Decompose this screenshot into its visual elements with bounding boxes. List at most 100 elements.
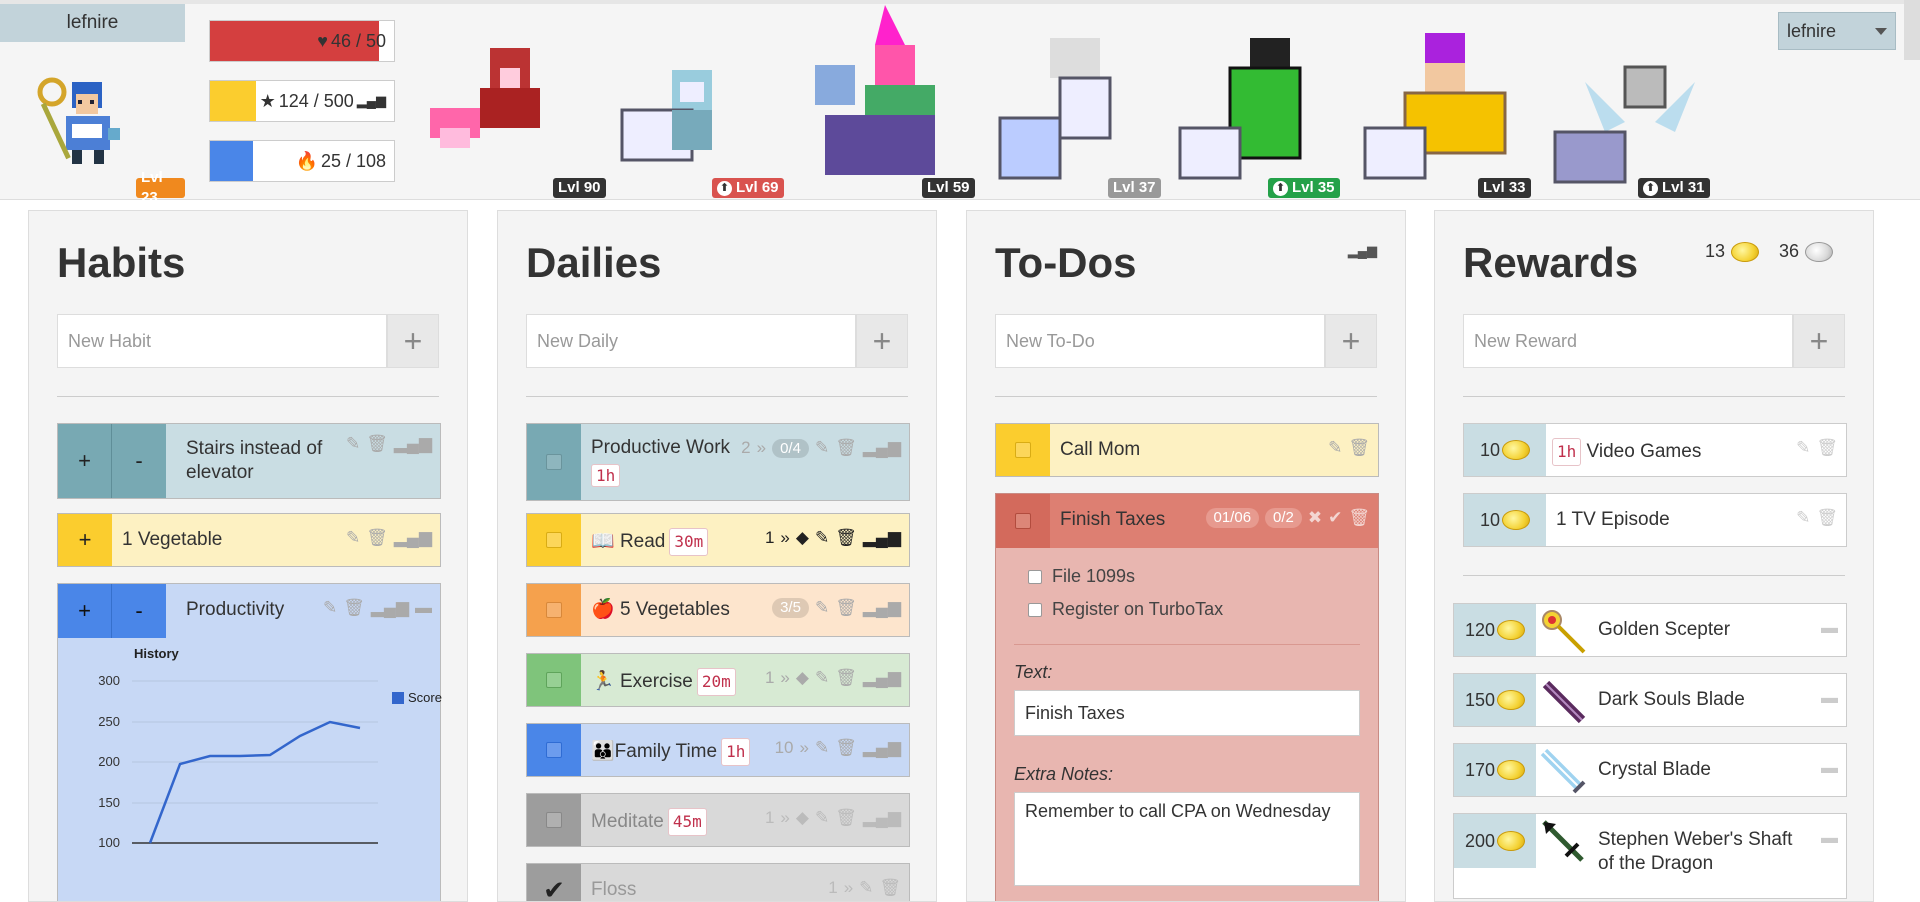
todo-checkbox[interactable] — [1015, 442, 1031, 458]
daily-checkbox[interactable] — [546, 602, 562, 618]
trash-icon[interactable]: 🗑 — [835, 528, 857, 548]
add-reward-button[interactable]: + — [1793, 314, 1845, 368]
buy-button[interactable]: 170 — [1454, 744, 1536, 796]
checklist-count[interactable]: 3/5 — [772, 598, 809, 618]
pencil-icon[interactable]: ✎ — [1796, 438, 1810, 458]
close-icon[interactable]: ✖ — [1308, 508, 1322, 528]
check-icon[interactable]: ✔ — [1328, 508, 1342, 528]
party-member-sprite-icon[interactable] — [990, 28, 1140, 188]
party-member-sprite-icon[interactable] — [805, 5, 955, 185]
stats-icon[interactable]: ▂▄▆ — [863, 668, 901, 688]
daily-item[interactable]: 📖 Read 30m 1 » ◆ ✎ 🗑 ▂▄▆ — [526, 513, 910, 567]
party-member-sprite-icon[interactable] — [420, 38, 570, 158]
party-member-sprite-icon[interactable] — [1170, 28, 1320, 188]
add-habit-button[interactable]: + — [387, 314, 439, 368]
habit-item[interactable]: + 1 Vegetable ✎ 🗑 ▂▄▆ — [57, 513, 441, 567]
trash-icon[interactable]: 🗑 — [835, 668, 857, 688]
checklist-count[interactable]: 0/2 — [1265, 508, 1302, 528]
new-todo-input[interactable]: New To-Do — [995, 314, 1325, 368]
party-member-sprite-icon[interactable] — [612, 60, 742, 180]
stats-icon[interactable]: ▂▄▆ — [1348, 243, 1377, 259]
minus-button[interactable]: - — [112, 584, 166, 638]
reward-item[interactable]: 10 1h Video Games ✎ 🗑 — [1463, 423, 1847, 477]
pencil-icon[interactable]: ✎ — [815, 528, 829, 548]
checklist-item[interactable]: File 1099s — [1028, 566, 1135, 587]
stats-icon[interactable]: ▂▄▆ — [863, 738, 901, 758]
daily-checkbox[interactable] — [546, 742, 562, 758]
pencil-icon[interactable]: ✎ — [1328, 438, 1342, 458]
trash-icon[interactable]: 🗑 — [343, 598, 365, 618]
stats-icon[interactable]: ▂▄▆ — [863, 438, 901, 458]
trash-icon[interactable]: 🗑 — [1816, 508, 1838, 528]
checklist-checkbox[interactable] — [1028, 602, 1042, 617]
comment-icon[interactable]: ▬ — [1821, 758, 1838, 778]
tag-icon[interactable]: ◆ — [796, 808, 809, 828]
habit-item[interactable]: + - Stairs instead of elevator ✎ 🗑 ▂▄▆ — [57, 423, 441, 499]
pencil-icon[interactable]: ✎ — [346, 434, 360, 454]
pencil-icon[interactable]: ✎ — [346, 528, 360, 548]
todo-item[interactable]: Call Mom ✎ 🗑 — [995, 423, 1379, 477]
scrollbar[interactable] — [1904, 0, 1920, 60]
pencil-icon[interactable]: ✎ — [815, 808, 829, 828]
pencil-icon[interactable]: ✎ — [1796, 508, 1810, 528]
trash-icon[interactable]: 🗑 — [835, 438, 857, 458]
plus-button[interactable]: + — [58, 424, 112, 498]
tag-icon[interactable]: ◆ — [796, 528, 809, 548]
stats-icon[interactable]: ▂▄▆ — [371, 598, 409, 618]
habit-item[interactable]: + - Productivity ✎ 🗑 ▂▄▆ ▬ History Score 30… — [57, 583, 442, 901]
trash-icon[interactable]: 🗑 — [835, 738, 857, 758]
todo-checkbox[interactable] — [1015, 513, 1031, 529]
trash-icon[interactable]: 🗑 — [1348, 438, 1370, 458]
daily-item[interactable]: 👪Family Time 1h 10 » ✎ 🗑 ▂▄▆ — [526, 723, 910, 777]
buy-button[interactable]: 10 — [1464, 424, 1546, 476]
daily-checkbox[interactable] — [546, 812, 562, 828]
plus-button[interactable]: + — [58, 514, 112, 566]
pencil-icon[interactable]: ✎ — [815, 738, 829, 758]
tag-icon[interactable]: ◆ — [796, 668, 809, 688]
comment-icon[interactable]: ▬ — [1821, 618, 1838, 638]
buy-button[interactable]: 120 — [1454, 604, 1536, 656]
trash-icon[interactable]: 🗑 — [1348, 508, 1370, 528]
stats-icon[interactable]: ▂▄▆ — [863, 528, 901, 548]
trash-icon[interactable]: 🗑 — [1816, 438, 1838, 458]
trash-icon[interactable]: 🗑 — [879, 878, 901, 898]
minus-button[interactable]: - — [112, 424, 166, 498]
trash-icon[interactable]: 🗑 — [366, 528, 388, 548]
reward-item[interactable]: 200 Stephen Weber's Shaft of the Dragon … — [1453, 813, 1847, 899]
checkmark-icon[interactable]: ✔ — [527, 864, 581, 901]
pencil-icon[interactable]: ✎ — [815, 668, 829, 688]
add-daily-button[interactable]: + — [856, 314, 908, 368]
daily-item[interactable]: 🏃 Exercise 20m 1 » ◆ ✎ 🗑 ▂▄▆ — [526, 653, 910, 707]
stats-icon[interactable]: ▂▄▆ — [863, 598, 901, 618]
stats-icon[interactable]: ▂▄▆ — [394, 528, 432, 548]
stats-icon[interactable]: ▂▄▆ — [863, 808, 901, 828]
daily-item[interactable]: Meditate 45m 1 » ◆ ✎ 🗑 ▂▄▆ — [526, 793, 910, 847]
pencil-icon[interactable]: ✎ — [815, 438, 829, 458]
user-avatar[interactable]: Lvl 23 — [0, 42, 185, 206]
user-menu-dropdown[interactable]: lefnire — [1778, 12, 1896, 50]
party-member-sprite-icon[interactable] — [1355, 28, 1515, 188]
add-todo-button[interactable]: + — [1325, 314, 1377, 368]
trash-icon[interactable]: 🗑 — [366, 434, 388, 454]
buy-button[interactable]: 10 — [1464, 494, 1546, 546]
daily-checkbox[interactable] — [546, 532, 562, 548]
reward-item[interactable]: 170 Crystal Blade ▬ — [1453, 743, 1847, 797]
checklist-checkbox[interactable] — [1028, 569, 1042, 584]
reward-item[interactable]: 10 1 TV Episode ✎ 🗑 — [1463, 493, 1847, 547]
new-habit-input[interactable]: New Habit — [57, 314, 387, 368]
pencil-icon[interactable]: ✎ — [859, 878, 873, 898]
new-reward-input[interactable]: New Reward — [1463, 314, 1793, 368]
plus-button[interactable]: + — [58, 584, 112, 638]
daily-item[interactable]: 🍎 5 Vegetables 3/5 ✎ 🗑 ▂▄▆ — [526, 583, 910, 637]
stats-icon[interactable]: ▂▄▆ — [394, 434, 432, 454]
daily-checkbox[interactable] — [546, 672, 562, 688]
reward-item[interactable]: 150 Dark Souls Blade ▬ — [1453, 673, 1847, 727]
reward-item[interactable]: 120 Golden Scepter ▬ — [1453, 603, 1847, 657]
party-member-sprite-icon[interactable] — [1545, 62, 1695, 192]
notes-textarea[interactable]: Remember to call CPA on Wednesday — [1014, 792, 1360, 886]
pencil-icon[interactable]: ✎ — [815, 598, 829, 618]
buy-button[interactable]: 200 — [1454, 814, 1536, 868]
user-name[interactable]: lefnire — [0, 4, 185, 42]
checklist-item[interactable]: Register on TurboTax — [1028, 599, 1223, 620]
buy-button[interactable]: 150 — [1454, 674, 1536, 726]
